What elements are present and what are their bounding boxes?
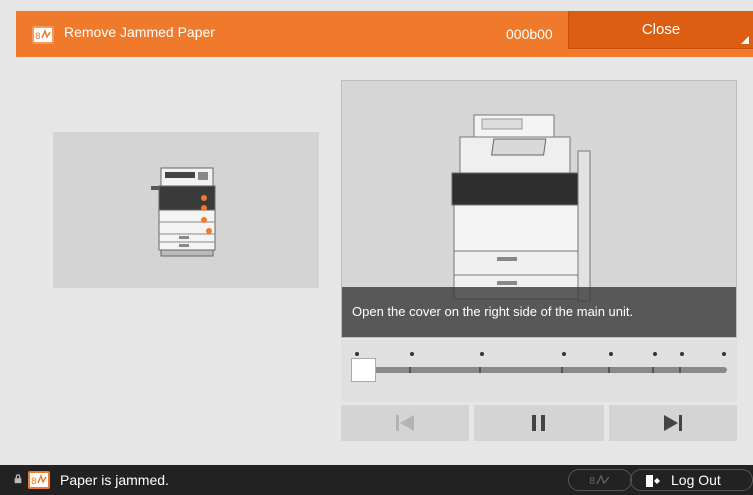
chapter-tick: [679, 367, 681, 373]
logout-label: Log Out: [671, 472, 721, 488]
progress-slider-thumb[interactable]: [351, 358, 376, 382]
chapter-marker: [562, 352, 566, 356]
chapter-marker: [410, 352, 414, 356]
chapter-tick: [479, 367, 481, 373]
error-status-icon[interactable]: 8: [28, 471, 50, 489]
logout-icon: [646, 475, 660, 487]
chapter-marker: [653, 352, 657, 356]
svg-text:8: 8: [35, 32, 41, 42]
logout-button[interactable]: Log Out: [630, 469, 753, 491]
error-status-icon: 8: [32, 26, 54, 44]
chapter-tick: [608, 367, 610, 373]
close-button-label: Close: [641, 21, 681, 38]
chapter-marker: [680, 352, 684, 356]
pause-icon: [532, 415, 545, 431]
playback-progress: [341, 340, 737, 402]
chapter-marker: [722, 352, 726, 356]
chapter-marker: [355, 352, 359, 356]
chapter-marker: [609, 352, 613, 356]
svg-text:8: 8: [589, 476, 595, 487]
pause-button[interactable]: [474, 405, 604, 441]
skip-next-icon: [664, 415, 682, 431]
instruction-caption: Open the cover on the right side of the …: [342, 287, 736, 337]
printer-overview-panel: [53, 132, 319, 288]
status-monitor-icon: 8: [589, 474, 610, 487]
svg-text:8: 8: [31, 477, 37, 487]
chapter-tick: [652, 367, 654, 373]
chapter-tick: [409, 367, 411, 373]
status-monitor-button[interactable]: 8: [568, 469, 632, 491]
page-title: Remove Jammed Paper: [64, 24, 215, 40]
error-code: 000b00: [506, 26, 553, 42]
next-button[interactable]: [609, 405, 737, 441]
close-button[interactable]: Close: [568, 11, 753, 49]
corner-triangle-icon: [741, 36, 749, 44]
status-message: Paper is jammed.: [60, 472, 169, 488]
lock-icon: [14, 474, 22, 484]
chapter-tick: [561, 367, 563, 373]
chapter-marker: [480, 352, 484, 356]
instruction-video[interactable]: Open the cover on the right side of the …: [341, 80, 737, 338]
header-bar: 8 Remove Jammed Paper 000b00 Close: [16, 11, 753, 57]
status-bar: 8 Paper is jammed. 8 Log Out: [0, 465, 753, 495]
printer-overview-illustration: [151, 167, 216, 257]
previous-button[interactable]: [341, 405, 469, 441]
skip-previous-icon: [396, 415, 414, 431]
